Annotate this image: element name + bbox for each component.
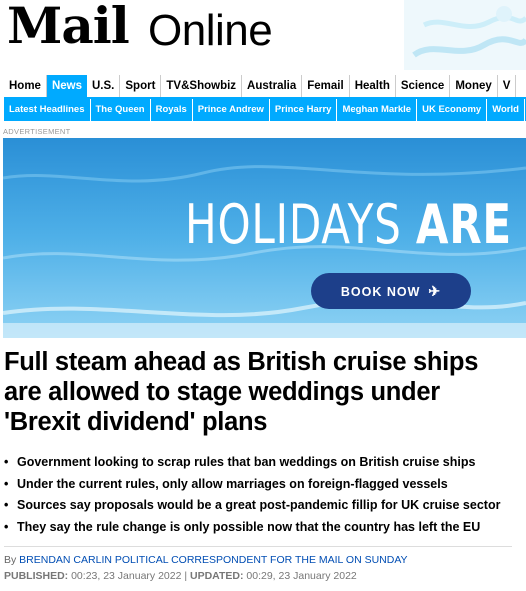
bullet-point: • They say the rule change is only possib… — [4, 517, 524, 539]
published-date: 00:23, 23 January 2022 — [71, 570, 182, 582]
subnav-item-prince-harry[interactable]: Prince Harry — [270, 99, 338, 121]
nav-item-health[interactable]: Health — [349, 75, 396, 97]
bullet-point: • Sources say proposals would be a great … — [4, 495, 524, 517]
ad-headline: HOLIDAYS ARE C — [185, 193, 526, 256]
nav-item-v[interactable]: V — [497, 75, 517, 97]
subnav-item-latest-headlines[interactable]: Latest Headlines — [4, 99, 91, 121]
subnav-item-world[interactable]: World — [487, 99, 525, 121]
subnav-item-prince-andrew[interactable]: Prince Andrew — [193, 99, 270, 121]
article-headline: Full steam ahead as British cruise ships… — [4, 348, 479, 436]
bullet-text: They say the rule change is only possibl… — [17, 519, 481, 534]
book-now-button[interactable]: BOOK NOW ✈ — [311, 273, 471, 309]
bullet-dot-icon: • — [4, 455, 9, 469]
bullet-text: Sources say proposals would be a great p… — [17, 498, 501, 512]
bullet-dot-icon: • — [4, 476, 9, 491]
nav-item-australia[interactable]: Australia — [242, 75, 303, 97]
logo-online[interactable]: Online — [148, 6, 273, 56]
plane-icon: ✈ — [428, 283, 442, 299]
updated-date: 00:29, 23 January 2022 — [246, 570, 357, 582]
logo-mail[interactable]: Mail — [7, 0, 130, 55]
article-bullets: • Government looking to scrap rules that … — [4, 452, 524, 538]
subnav-item-uk-economy[interactable]: UK Economy — [417, 99, 488, 121]
nav-item-science[interactable]: Science — [395, 75, 451, 97]
bullet-dot-icon: • — [4, 498, 9, 512]
bullet-point: • Government looking to scrap rules that … — [4, 452, 524, 474]
weather-widget-icon[interactable] — [404, 0, 526, 70]
subnav-item-the-queen[interactable]: The Queen — [91, 99, 151, 121]
bullet-dot-icon: • — [4, 519, 9, 534]
nav-item-femail[interactable]: Femail — [302, 75, 350, 97]
bullet-text: Under the current rules, only allow marr… — [17, 476, 448, 491]
byline-divider — [4, 546, 512, 547]
article-dates: PUBLISHED: 00:23, 23 January 2022 | UPDA… — [4, 570, 357, 582]
subnav-item-meghan-markle[interactable]: Meghan Markle — [337, 99, 418, 121]
byline: By BRENDAN CARLIN POLITICAL CORRESPONDEN… — [4, 554, 408, 566]
primary-nav: Home News U.S. Sport TV&Showbiz Australia Fema… — [4, 75, 526, 97]
subnav-item-royals[interactable]: Royals — [151, 99, 193, 121]
bullet-text: Government looking to scrap rules that b… — [17, 455, 476, 469]
author-link[interactable]: BRENDAN CARLIN POLITICAL CORRESPONDENT F… — [19, 554, 407, 566]
nav-item-money[interactable]: Money — [450, 75, 498, 97]
nav-item-sport[interactable]: Sport — [120, 75, 162, 97]
nav-item-news[interactable]: News — [46, 75, 87, 97]
nav-item-u-s-[interactable]: U.S. — [87, 75, 121, 97]
bullet-point: • Under the current rules, only allow mar… — [4, 474, 524, 496]
nav-item-tv-showbiz[interactable]: TV&Showbiz — [161, 75, 243, 97]
advertisement-banner[interactable]: HOLIDAYS ARE C BOOK NOW✈ — [3, 138, 526, 338]
nav-item-home[interactable]: Home — [4, 75, 47, 97]
secondary-nav: Latest Headlines The Queen Royals Prince An… — [4, 99, 526, 121]
advertisement-label: ADVERTISEMENT — [3, 127, 71, 136]
masthead: Mail Online — [0, 0, 526, 70]
